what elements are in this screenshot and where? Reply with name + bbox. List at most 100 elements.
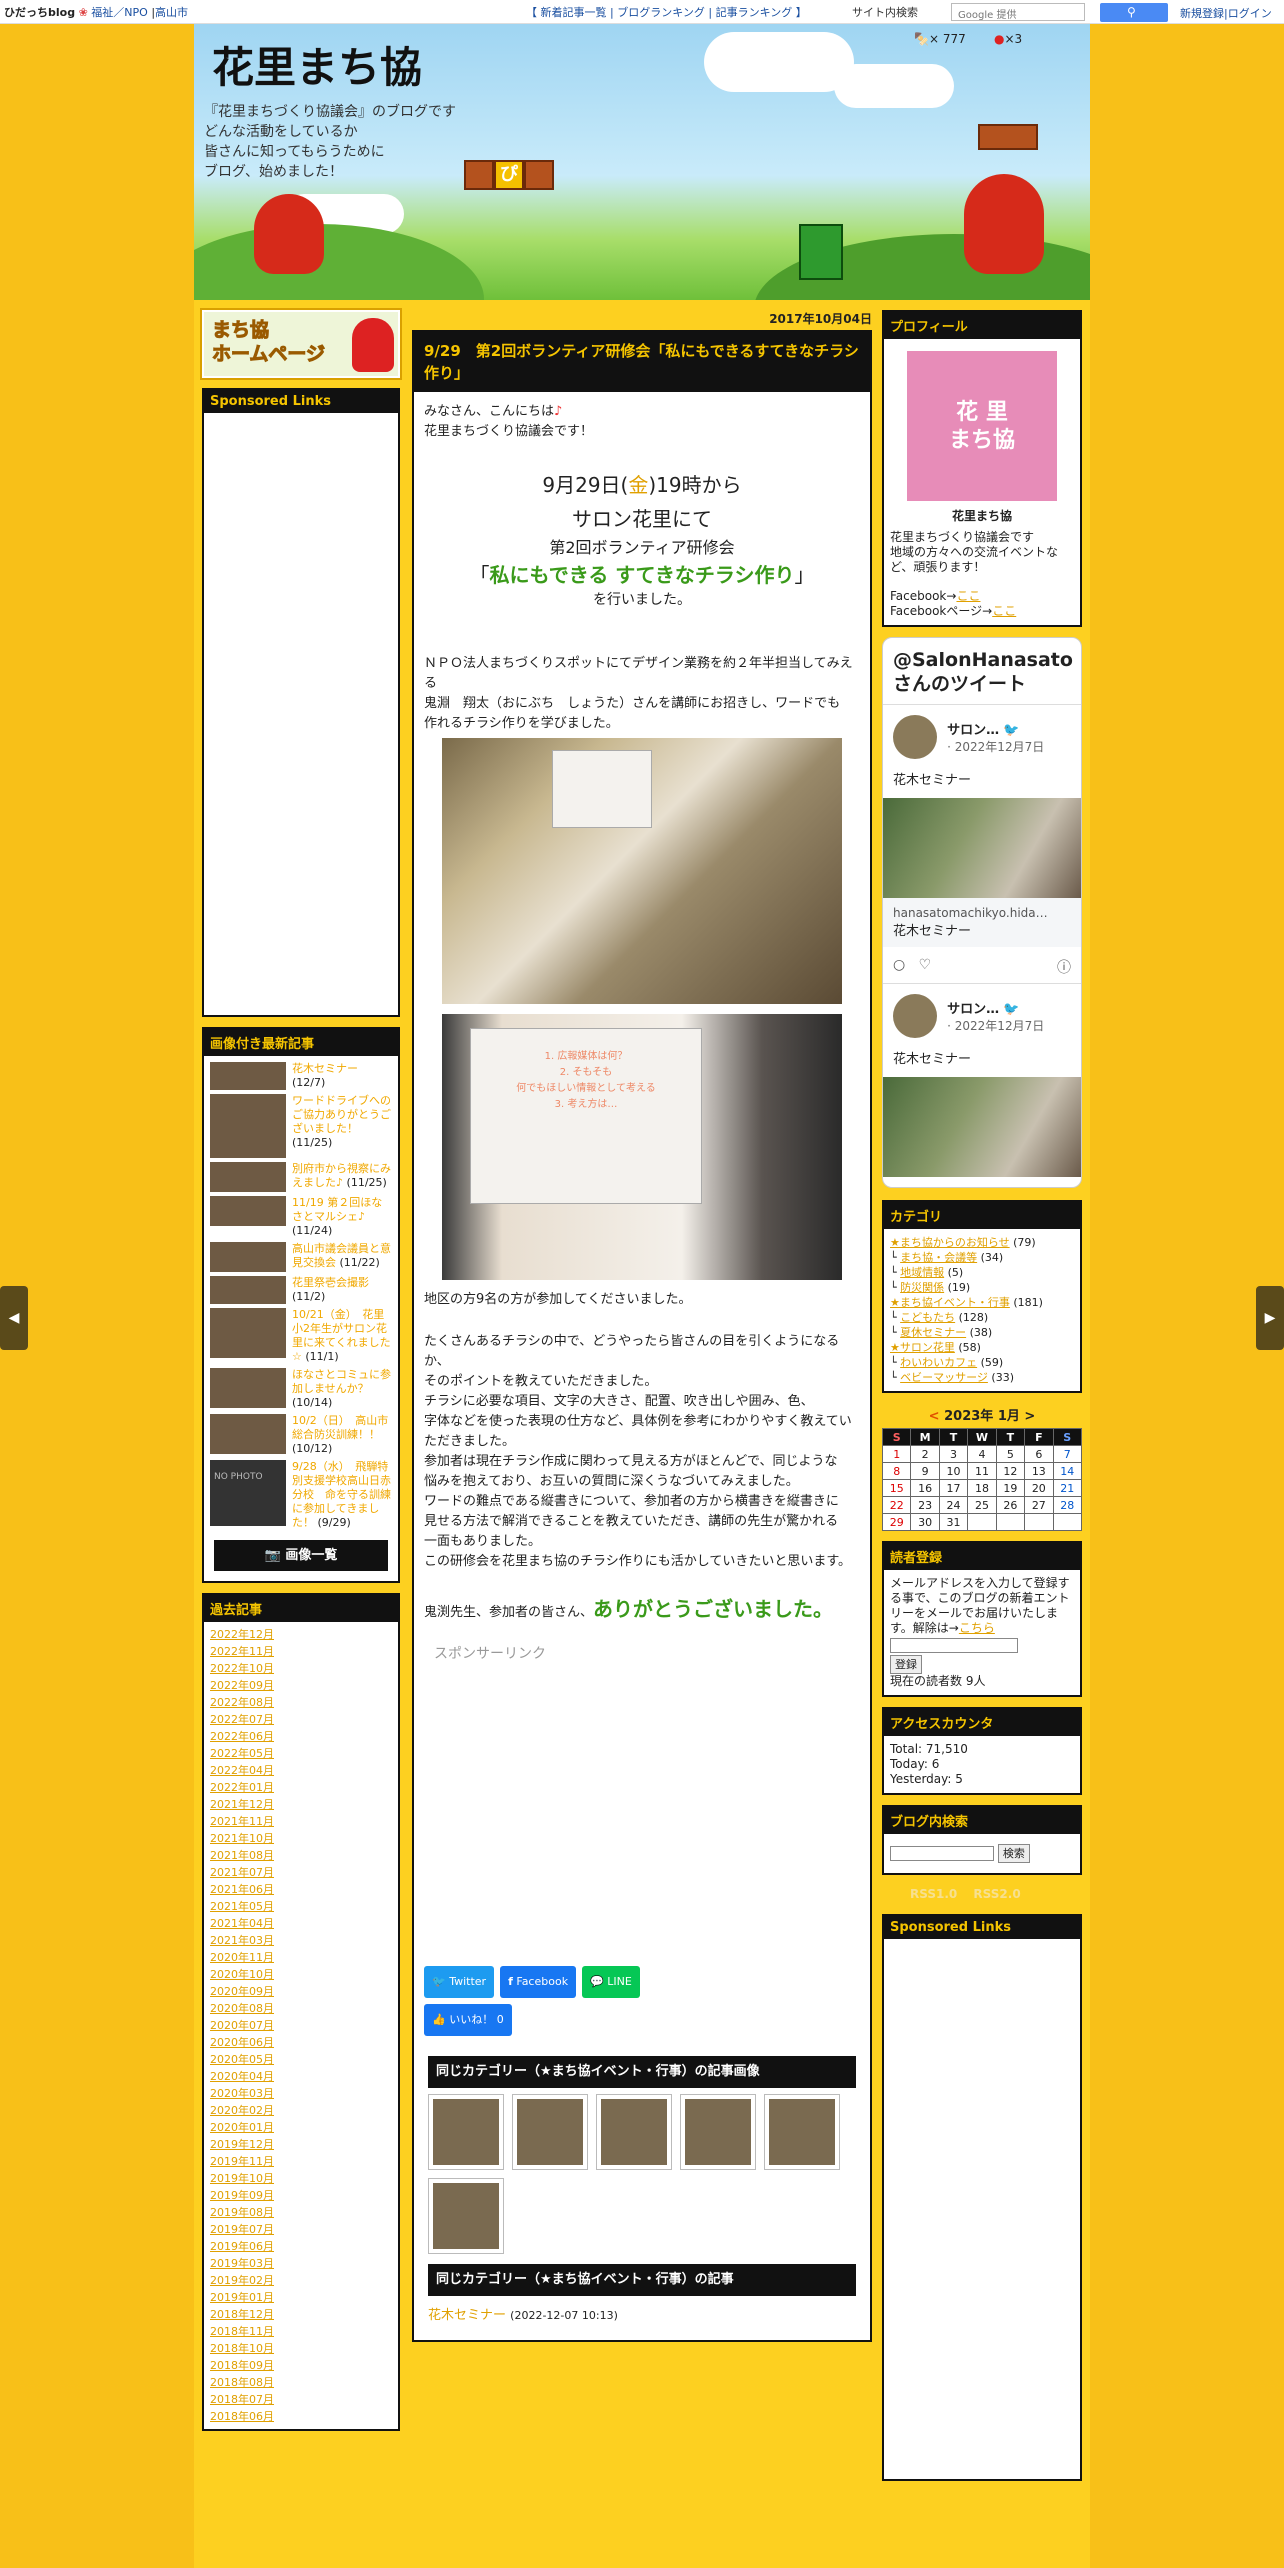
twitter-timeline-title[interactable]: @SalonHanasato さんのツイート (883, 638, 1081, 705)
category-thumb[interactable] (428, 2178, 504, 2254)
archive-link[interactable]: 2019年07月 (210, 2221, 392, 2238)
archive-link[interactable]: 2019年01月 (210, 2289, 392, 2306)
archive-link[interactable]: 2020年08月 (210, 2000, 392, 2017)
category-takayama-link[interactable]: 高山市 (155, 6, 188, 19)
recent-post-link[interactable]: ほなさとコミュに参加しませんか？ (292, 1368, 391, 1395)
google-search-button[interactable]: ⚲ (1100, 3, 1168, 22)
seminar-photo-1[interactable] (442, 738, 842, 1004)
reader-submit-button[interactable]: 登録 (890, 1655, 922, 1674)
calendar-day[interactable]: 5 (995, 1445, 1026, 1463)
archive-link[interactable]: 2021年12月 (210, 1796, 392, 1813)
archive-link[interactable]: 2019年02月 (210, 2272, 392, 2289)
tweet-image[interactable] (883, 1077, 1081, 1177)
calendar-day[interactable]: 8 (881, 1462, 912, 1480)
category-thumb[interactable] (512, 2094, 588, 2170)
calendar-day[interactable]: 20 (1024, 1479, 1054, 1497)
archive-link[interactable]: 2022年09月 (210, 1677, 392, 1694)
calendar-day[interactable]: 2 (910, 1445, 940, 1463)
tweet[interactable]: サロン… 🐦 · 2022年12月7日 花木セミナー (883, 984, 1081, 1187)
line-share-button[interactable]: 💬 LINE (582, 1966, 640, 1998)
facebook-share-button[interactable]: f Facebook (500, 1966, 577, 1998)
recent-post-thumb[interactable] (210, 1062, 286, 1090)
article-title[interactable]: 9/29 第2回ボランティア研修会「私にもできるすてきなチラシ作り」 (414, 332, 870, 392)
recent-post-thumb[interactable] (210, 1242, 286, 1272)
recent-post-thumb[interactable] (210, 1094, 286, 1158)
reply-icon[interactable]: ○ (893, 957, 905, 973)
calendar-day[interactable]: 27 (1024, 1496, 1054, 1514)
archive-link[interactable]: 2022年04月 (210, 1762, 392, 1779)
recent-post-link[interactable]: ワードドライブへのご協力ありがとうございました！ (292, 1094, 391, 1135)
category-link[interactable]: まち協・会議等 (900, 1251, 977, 1264)
category-thumb[interactable] (764, 2094, 840, 2170)
calendar-day[interactable]: 28 (1052, 1496, 1083, 1514)
homepage-banner[interactable]: まち協 ホームページ (200, 308, 402, 380)
category-link[interactable]: ベビーマッサージ (900, 1371, 988, 1384)
archive-link[interactable]: 2018年09月 (210, 2357, 392, 2374)
calendar-day[interactable]: 16 (910, 1479, 940, 1497)
recent-post-thumb[interactable]: NO PHOTO (210, 1460, 286, 1526)
calendar-prev-button[interactable]: < (929, 1409, 940, 1424)
calendar-day[interactable]: 29 (881, 1513, 912, 1531)
recent-post-thumb[interactable] (210, 1196, 286, 1226)
recent-post-thumb[interactable] (210, 1308, 286, 1358)
calendar-day[interactable]: 3 (938, 1445, 969, 1463)
category-link[interactable]: こどもたち (900, 1311, 955, 1324)
rss-links[interactable]: RSS1.0 RSS2.0 (910, 1885, 1082, 1902)
next-arrow-button[interactable]: ▶ (1256, 1286, 1284, 1350)
archive-link[interactable]: 2018年12月 (210, 2306, 392, 2323)
calendar-day[interactable]: 24 (938, 1496, 969, 1514)
archive-link[interactable]: 2019年03月 (210, 2255, 392, 2272)
archive-link[interactable]: 2021年03月 (210, 1932, 392, 1949)
archive-link[interactable]: 2019年12月 (210, 2136, 392, 2153)
category-link[interactable]: ★サロン花里 (890, 1341, 955, 1354)
category-link[interactable]: 防災関係 (900, 1281, 944, 1294)
calendar-day[interactable]: 14 (1052, 1462, 1083, 1480)
info-icon[interactable]: ⓘ (1057, 957, 1071, 977)
archive-link[interactable]: 2019年08月 (210, 2204, 392, 2221)
category-thumb[interactable] (680, 2094, 756, 2170)
tweet-image[interactable] (883, 798, 1081, 898)
recent-post-link[interactable]: 10/2（日） 高山市総合防災訓練！！ (292, 1414, 388, 1441)
archive-link[interactable]: 2018年11月 (210, 2323, 392, 2340)
archive-link[interactable]: 2019年09月 (210, 2187, 392, 2204)
archive-link[interactable]: 2018年10月 (210, 2340, 392, 2357)
calendar-day[interactable]: 9 (910, 1462, 940, 1480)
archive-link[interactable]: 2020年05月 (210, 2051, 392, 2068)
archive-link[interactable]: 2022年06月 (210, 1728, 392, 1745)
calendar-day[interactable]: 23 (910, 1496, 940, 1514)
brand-link[interactable]: ひだっちblog (4, 6, 75, 19)
calendar-day[interactable]: 19 (995, 1479, 1026, 1497)
recent-post-thumb[interactable] (210, 1414, 286, 1454)
calendar-day[interactable]: 31 (938, 1513, 969, 1531)
blog-search-input[interactable] (890, 1846, 994, 1861)
archive-link[interactable]: 2022年05月 (210, 1745, 392, 1762)
archive-link[interactable]: 2020年10月 (210, 1966, 392, 1983)
calendar-day[interactable]: 21 (1052, 1479, 1083, 1497)
archive-link[interactable]: 2019年10月 (210, 2170, 392, 2187)
archive-link[interactable]: 2018年06月 (210, 2408, 392, 2425)
archive-link[interactable]: 2021年08月 (210, 1847, 392, 1864)
archive-link[interactable]: 2022年11月 (210, 1643, 392, 1660)
seminar-photo-2[interactable]: 1. 広報媒体は何？ 2. そもそも 何でもほしい情報として考える 3. 考え方… (442, 1014, 842, 1280)
blog-search-button[interactable]: 検索 (997, 1844, 1030, 1863)
archive-link[interactable]: 2022年07月 (210, 1711, 392, 1728)
google-search-input[interactable]: Google 提供 (951, 3, 1085, 21)
archive-link[interactable]: 2022年12月 (210, 1626, 392, 1643)
reader-email-input[interactable] (890, 1638, 1018, 1653)
archive-link[interactable]: 2021年10月 (210, 1830, 392, 1847)
twitter-share-button[interactable]: 🐦 Twitter (424, 1966, 495, 1998)
recent-post-thumb[interactable] (210, 1162, 286, 1192)
blog-title[interactable]: 花里まち協 (212, 34, 422, 95)
archive-link[interactable]: 2022年10月 (210, 1660, 392, 1677)
archive-link[interactable]: 2021年11月 (210, 1813, 392, 1830)
archive-link[interactable]: 2018年08月 (210, 2374, 392, 2391)
category-thumb[interactable] (428, 2094, 504, 2170)
archive-link[interactable]: 2019年06月 (210, 2238, 392, 2255)
archive-link[interactable]: 2020年01月 (210, 2119, 392, 2136)
calendar-day[interactable]: 4 (967, 1445, 997, 1463)
archive-link[interactable]: 2020年11月 (210, 1949, 392, 1966)
calendar-day[interactable]: 18 (967, 1479, 997, 1497)
fb-like-button[interactable]: 👍 いいね！ 0 (424, 2004, 512, 2036)
archive-link[interactable]: 2020年03月 (210, 2085, 392, 2102)
gallery-button[interactable]: 📷 画像一覧 (214, 1540, 388, 1571)
